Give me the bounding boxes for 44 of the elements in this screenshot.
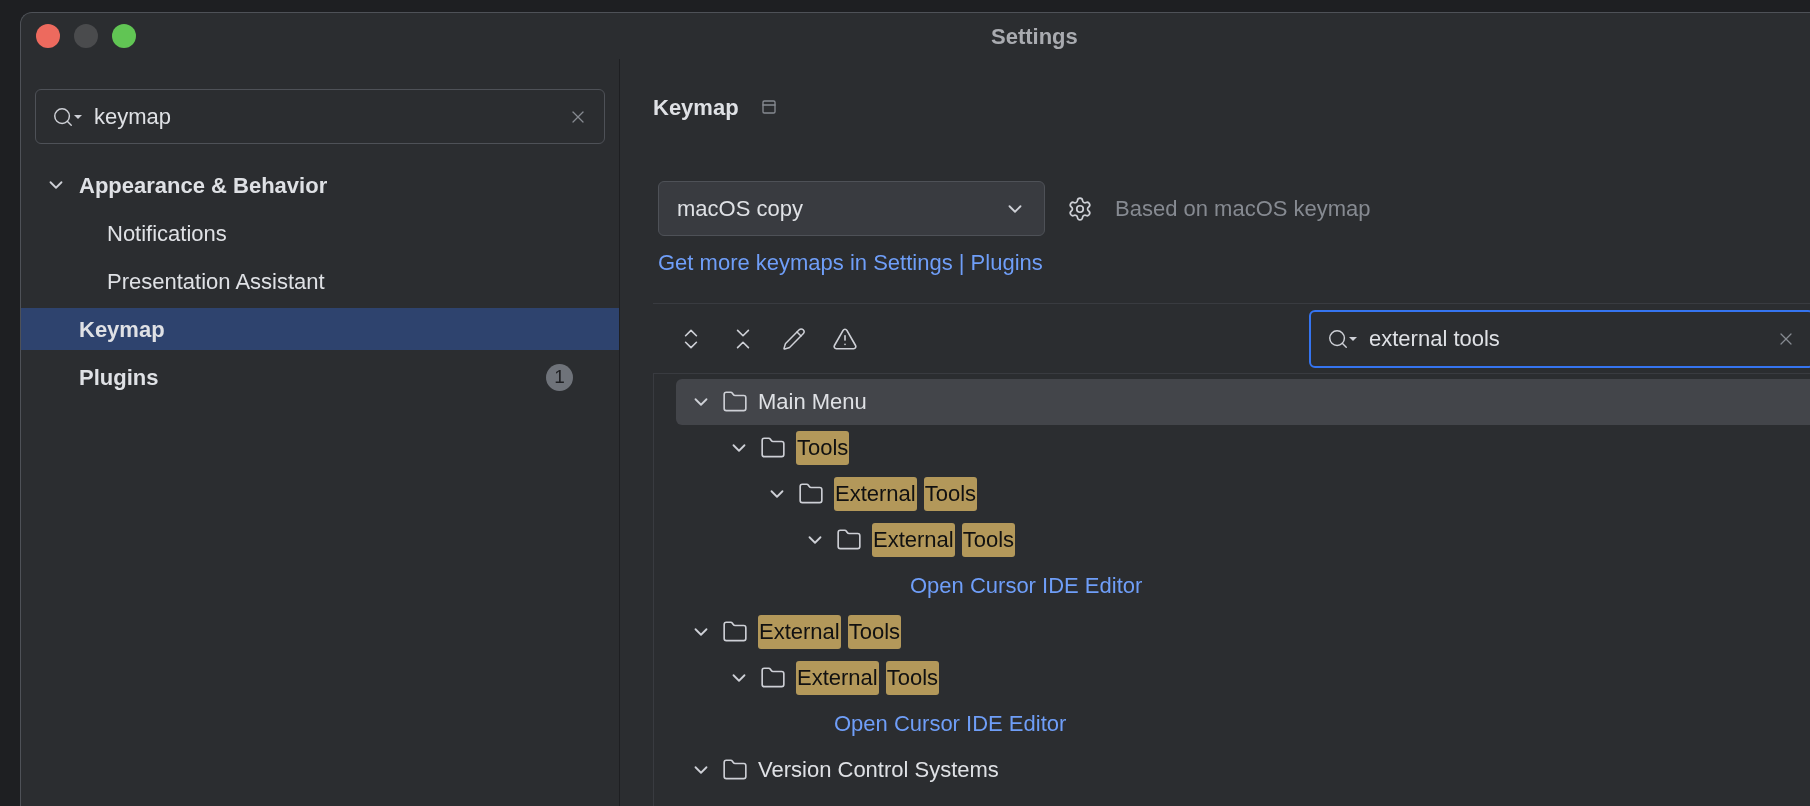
zoom-window-button[interactable] bbox=[112, 24, 136, 48]
tree-row[interactable]: Main Menu bbox=[676, 379, 1810, 425]
based-on-text: Based on macOS keymap bbox=[1115, 195, 1371, 223]
keymap-dropdown[interactable]: macOS copy bbox=[658, 181, 1045, 236]
search-field[interactable]: keymap bbox=[35, 89, 605, 144]
edit-icon[interactable] bbox=[782, 326, 806, 351]
search-match: Tools bbox=[796, 431, 850, 465]
count-badge: 1 bbox=[546, 363, 573, 391]
tree-item-label: Open Cursor IDE Editor bbox=[910, 572, 1143, 600]
settings-icon[interactable] bbox=[1067, 195, 1093, 222]
search-match: External bbox=[796, 661, 879, 695]
tree-item-label: Main Menu bbox=[758, 388, 867, 416]
search-match: Tools bbox=[923, 477, 978, 511]
tree-row[interactable]: External Tools bbox=[676, 517, 1810, 563]
tree-row[interactable]: Tools bbox=[676, 425, 1810, 471]
sidebar-item[interactable]: Plugins 1 bbox=[21, 356, 619, 398]
tree-item-label: Open Cursor IDE Editor bbox=[834, 710, 1067, 738]
search-match: External bbox=[834, 477, 917, 511]
tree-item-label: Version Control Systems bbox=[758, 756, 999, 784]
search-input[interactable]: keymap bbox=[94, 100, 556, 133]
tree-row[interactable]: External Tools bbox=[676, 609, 1810, 655]
tree-row[interactable]: External Tools bbox=[676, 471, 1810, 517]
window-title: Settings bbox=[991, 22, 1078, 51]
close-window-button[interactable] bbox=[36, 24, 60, 48]
tree-row[interactable]: Open Cursor IDE Editor bbox=[676, 563, 1810, 609]
search-match: Tools bbox=[961, 523, 1016, 557]
sidebar-item[interactable]: Presentation Assistant bbox=[21, 260, 619, 302]
plugins-link[interactable]: Get more keymaps in Settings | Plugins bbox=[658, 246, 1043, 279]
search-match: External bbox=[872, 523, 955, 557]
search-input[interactable]: external tools bbox=[1369, 322, 1764, 355]
search-icon bbox=[1327, 327, 1357, 350]
search-field[interactable]: external tools bbox=[1309, 309, 1810, 368]
tree-row[interactable]: External Tools bbox=[676, 655, 1810, 701]
sidebar-item[interactable]: Keymap bbox=[21, 308, 619, 350]
search-match: Tools bbox=[847, 615, 902, 649]
sidebar-item[interactable]: Appearance & Behavior bbox=[21, 164, 619, 206]
page-title: Keymap bbox=[653, 93, 739, 122]
search-match: External bbox=[758, 615, 841, 649]
tree-row[interactable]: Open Cursor IDE Editor bbox=[676, 701, 1810, 747]
search-icon bbox=[52, 105, 82, 128]
window-icon[interactable] bbox=[760, 99, 777, 115]
search-match: Tools bbox=[885, 661, 940, 695]
tree-row[interactable]: Version Control Systems bbox=[676, 747, 1810, 793]
sidebar-item[interactable]: Notifications bbox=[21, 212, 619, 254]
